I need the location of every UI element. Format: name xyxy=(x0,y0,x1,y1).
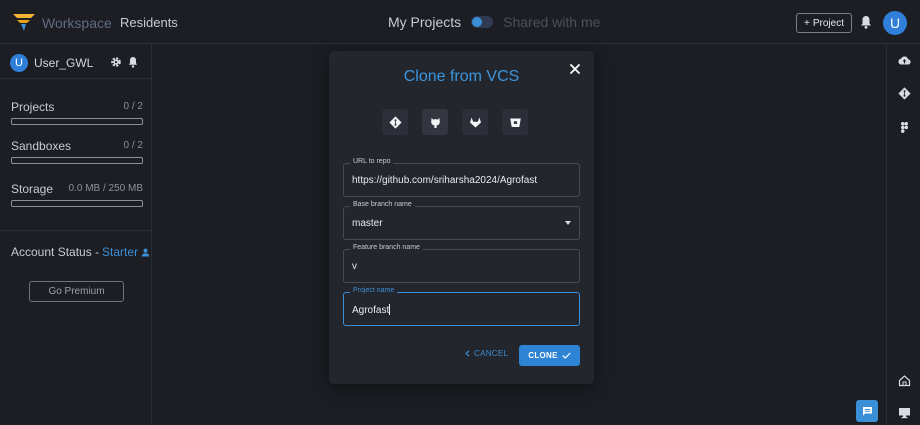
person-icon xyxy=(141,248,150,256)
user-avatar[interactable]: U xyxy=(883,11,907,35)
field-label: Project name xyxy=(350,287,398,294)
cloud-upload-icon[interactable] xyxy=(898,54,911,67)
git-icon xyxy=(388,115,402,129)
progress-bar xyxy=(11,118,143,125)
go-premium-button[interactable]: Go Premium xyxy=(29,281,124,302)
chat-button[interactable] xyxy=(856,400,878,422)
top-bar: Workspace Residents My Projects Shared w… xyxy=(0,0,920,44)
git-icon[interactable] xyxy=(898,87,911,100)
stat-value: 0.0 MB / 250 MB xyxy=(68,183,143,194)
home-icon[interactable] xyxy=(898,374,911,387)
progress-bar xyxy=(11,157,143,164)
app-root: Workspace Residents My Projects Shared w… xyxy=(0,0,920,425)
plus-icon: + xyxy=(804,17,810,29)
notification-bell-icon[interactable] xyxy=(860,15,872,29)
vcs-option-git[interactable] xyxy=(382,109,408,135)
repo-url-input[interactable]: https://github.com/sriharsha2024/Agrofas… xyxy=(352,175,537,186)
stat-sandboxes: Sandboxes 0 / 2 xyxy=(11,139,143,164)
feature-branch-field[interactable]: Feature branch name v xyxy=(343,244,580,283)
brand-subtitle: Residents xyxy=(120,15,178,30)
feature-branch-input[interactable]: v xyxy=(352,261,357,272)
base-branch-select[interactable]: Base branch name master xyxy=(343,201,580,240)
vcs-option-bitbucket[interactable] xyxy=(502,109,528,135)
dialog-title: Clone from VCS xyxy=(403,68,520,85)
vcs-provider-selector xyxy=(382,109,528,135)
divider xyxy=(0,230,152,231)
sidebar: U User_GWL Projects 0 / 2 Sandboxes 0 / … xyxy=(0,44,152,425)
stat-projects: Projects 0 / 2 xyxy=(11,100,143,125)
project-name-input[interactable]: Agrofast xyxy=(352,304,391,316)
user-name: User_GWL xyxy=(34,56,94,70)
account-status: Account Status - Starter xyxy=(11,245,150,259)
text-cursor xyxy=(389,304,391,315)
project-name-field[interactable]: Project name Agrofast xyxy=(343,287,580,326)
clone-label: CLONE xyxy=(528,351,558,360)
project-name-value: Agrofast xyxy=(352,305,390,316)
stat-value: 0 / 2 xyxy=(123,140,143,151)
divider xyxy=(0,78,152,79)
new-project-label: Project xyxy=(812,17,844,29)
close-icon[interactable] xyxy=(569,63,581,75)
account-status-label: Account Status - xyxy=(11,245,100,259)
sidebar-avatar[interactable]: U xyxy=(10,54,28,72)
stat-value: 0 / 2 xyxy=(123,101,143,112)
chevron-down-icon[interactable] xyxy=(565,221,571,225)
cancel-label: CANCEL xyxy=(474,349,509,358)
vcs-option-gitlab[interactable] xyxy=(462,109,488,135)
account-tier[interactable]: Starter xyxy=(102,245,138,259)
my-projects-label[interactable]: My Projects xyxy=(388,14,461,30)
user-row: U User_GWL xyxy=(10,53,145,75)
cancel-button[interactable]: CANCEL xyxy=(465,349,508,358)
chevron-left-icon xyxy=(465,350,470,357)
check-icon xyxy=(562,352,571,359)
project-scope-toggle: My Projects Shared with me xyxy=(388,14,600,30)
shared-with-me-label[interactable]: Shared with me xyxy=(503,14,600,30)
monitor-icon[interactable] xyxy=(898,406,911,419)
clone-button[interactable]: CLONE xyxy=(519,345,580,366)
right-rail xyxy=(886,44,920,425)
repo-url-field[interactable]: URL to repo https://github.com/sriharsha… xyxy=(343,158,580,197)
vcs-option-github[interactable] xyxy=(422,109,448,135)
field-label: Feature branch name xyxy=(350,244,423,251)
new-project-button[interactable]: + Project xyxy=(796,13,852,33)
workspace-logo-icon[interactable] xyxy=(12,12,36,32)
field-label: Base branch name xyxy=(350,201,415,208)
base-branch-value[interactable]: master xyxy=(352,218,383,229)
gear-icon[interactable] xyxy=(110,56,122,68)
scope-switch[interactable] xyxy=(471,16,494,28)
sidebar-bell-icon[interactable] xyxy=(128,56,138,68)
clone-from-vcs-dialog: Clone from VCS URL to repo https://githu… xyxy=(329,51,594,384)
github-icon xyxy=(430,117,440,128)
brand-name[interactable]: Workspace xyxy=(42,15,112,31)
progress-bar xyxy=(11,200,143,207)
bitbucket-icon xyxy=(509,118,521,127)
chat-icon xyxy=(862,406,872,416)
field-label: URL to repo xyxy=(350,158,394,165)
gitlab-icon xyxy=(469,117,481,127)
figma-icon[interactable] xyxy=(898,121,911,134)
stat-storage: Storage 0.0 MB / 250 MB xyxy=(11,182,143,207)
